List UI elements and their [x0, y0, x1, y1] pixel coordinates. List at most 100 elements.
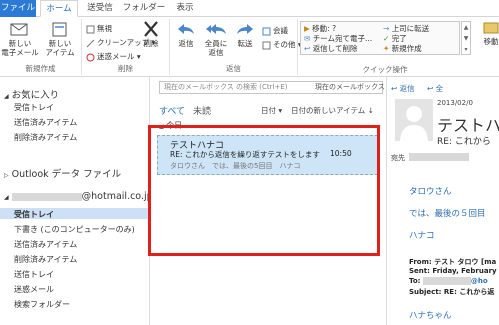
ribbon: 新しい 電子メール 新しい アイテム 新規作成 無視 クリーンアップ ▾ 迷惑メ…	[0, 17, 499, 77]
sort-order-button[interactable]: 日付の新しいアイテム ↓	[291, 105, 374, 116]
fav-deleted-items[interactable]: 削除済みアイテム	[14, 132, 77, 143]
favorites-header[interactable]: ◢ お気に入り	[4, 87, 59, 101]
tab-send-receive[interactable]: 送受信	[82, 0, 118, 17]
tab-file[interactable]: ファイル	[0, 0, 36, 17]
quickstep-move-label: 移動: ?	[312, 24, 337, 33]
reply-delete-icon: ↩	[304, 44, 311, 53]
move-button[interactable]: 移動	[476, 19, 499, 46]
header-to-redacted	[422, 277, 471, 285]
outlook-data-file-label: Outlook データ ファイル	[11, 169, 122, 180]
delete-x-icon	[144, 21, 158, 37]
collapse-triangle-icon: ◢	[4, 93, 9, 100]
account-label: @hotmail.co.jp	[81, 191, 153, 202]
filter-unread[interactable]: 未読	[193, 104, 211, 117]
reading-subject: RE: これから	[437, 137, 491, 147]
folder-drafts[interactable]: 下書き (このコンピューターのみ)	[14, 224, 135, 235]
move-folder-icon	[483, 22, 499, 34]
quickstep-reply-delete[interactable]: ↩ 返信して削除	[304, 43, 357, 54]
junk-label: 迷惑メール	[97, 52, 135, 61]
header-to-label: To:	[409, 277, 421, 285]
tab-folder[interactable]: フォルダー	[122, 0, 166, 17]
reply-all-label: 全員に 返信	[204, 39, 228, 57]
quick-steps-gallery: ▶ 移動: ? ✉ チーム宛て電子... ↩ 返信して削除 → 上司に転送 ✓ …	[300, 21, 460, 55]
new-quickstep-icon: ✦	[383, 44, 390, 53]
reply-all-button[interactable]: 全員に 返信	[200, 21, 232, 57]
ignore-label: 無視	[97, 24, 112, 33]
favorites-label: お気に入り	[11, 90, 60, 101]
quickstep-team-label: チーム宛て電子...	[312, 34, 373, 43]
quickstep-reply-delete-label: 返信して削除	[312, 44, 358, 53]
delete-button[interactable]: 削除	[134, 21, 168, 48]
body-line-2: では、最後の５回目	[409, 209, 486, 219]
message-date: 2013/02/0	[437, 99, 473, 107]
quickstep-new[interactable]: ✦ 新規作成	[383, 43, 422, 54]
tab-view[interactable]: 表示	[170, 0, 200, 17]
search-placeholder: 現在のメールボックス の検索 (Ctrl+E)	[164, 83, 288, 91]
more-respond-button[interactable]: その他 ▾	[262, 39, 302, 51]
account-header[interactable]: ◢ @hotmail.co.jp	[4, 191, 153, 202]
group-respond-label: 返信	[226, 64, 241, 73]
reading-sender: テストハ	[437, 116, 499, 135]
reply-label: 返信	[178, 39, 194, 48]
reply-all-link[interactable]: ↩ 全	[427, 83, 443, 94]
fav-inbox[interactable]: 受信トレイ	[14, 102, 54, 113]
folder-junk[interactable]: 迷惑メール	[14, 284, 54, 295]
group-new-label: 新規作成	[25, 64, 56, 73]
body-line-1: タロウさん	[409, 187, 452, 197]
account-name-redacted	[11, 192, 82, 201]
new-items-icon	[52, 22, 67, 37]
header-sent: Sent: Friday, February (	[409, 267, 499, 275]
more-label: その他	[273, 40, 296, 49]
filter-all[interactable]: すべて	[159, 104, 185, 117]
sort-arrow-icon: ↓	[367, 106, 374, 115]
ignore-icon	[86, 25, 95, 33]
folder-deleted-items[interactable]: 削除済みアイテム	[14, 254, 77, 265]
tab-home[interactable]: ホーム	[40, 0, 78, 17]
folder-outbox[interactable]: 送信トレイ	[14, 269, 54, 280]
folder-pane: ◢ お気に入り 受信トレイ 送信済みアイテム 削除済みアイテム ▷ Outloo…	[0, 77, 153, 325]
body-line-3: ハナコ	[409, 231, 435, 241]
collapse-triangle-icon: ◢	[4, 194, 9, 201]
forward-button[interactable]: 転送	[230, 21, 260, 48]
header-to-domain: @ho	[470, 277, 488, 285]
quickstep-to-manager-label: 上司に転送	[391, 24, 430, 33]
expand-triangle-icon: ▷	[4, 172, 9, 179]
meeting-button[interactable]: 会議	[262, 25, 288, 37]
forward-label: 転送	[237, 39, 253, 48]
reply-button[interactable]: 返信	[170, 21, 202, 48]
to-recipient-redacted	[409, 152, 469, 162]
outlook-data-file-header[interactable]: ▷ Outlook データ ファイル	[4, 166, 121, 180]
person-silhouette-icon	[400, 106, 428, 141]
junk-button[interactable]: 迷惑メール ▾	[86, 51, 141, 63]
sort-by-label: 日付	[261, 106, 276, 115]
red-highlight-box	[148, 125, 380, 256]
forward-icon	[237, 24, 253, 34]
new-email-label: 新しい 電子メール	[1, 39, 39, 57]
junk-icon	[86, 53, 95, 61]
reply-icon	[178, 24, 194, 34]
ignore-button[interactable]: 無視	[86, 23, 112, 35]
folder-inbox[interactable]: 受信トレイ	[14, 209, 54, 220]
quick-steps-scroll[interactable]: ▲ ▼ ▾	[461, 21, 471, 55]
header-to: To: @ho	[409, 277, 488, 285]
quickstep-new-label: 新規作成	[391, 44, 422, 53]
fav-sent-items[interactable]: 送信済みアイテム	[14, 117, 77, 128]
calendar-icon	[262, 27, 271, 35]
sort-order-label: 日付の新しいアイテム	[291, 106, 366, 115]
reply-all-icon	[206, 24, 226, 34]
new-email-button[interactable]: 新しい 電子メール	[0, 21, 40, 57]
group-delete: 無視 クリーンアップ ▾ 迷惑メール ▾ 削除 削除	[82, 19, 170, 75]
reply-link[interactable]: ↩ 返信	[391, 83, 415, 94]
search-scope-dropdown[interactable]: 現在のメールボックス ▾	[315, 82, 391, 92]
search-scope-label: 現在のメールボックス	[315, 83, 385, 91]
body-line-4: ハナちゃん	[409, 311, 452, 321]
ribbon-tab-bar: ファイル ホーム 送受信 フォルダー 表示	[0, 0, 499, 17]
meeting-label: 会議	[273, 26, 288, 35]
sort-by-dropdown[interactable]: 日付 ▾	[261, 105, 282, 116]
folder-sent-items[interactable]: 送信済みアイテム	[14, 239, 77, 250]
new-items-button[interactable]: 新しい アイテム	[40, 21, 80, 57]
avatar	[395, 99, 433, 141]
folder-search-folders[interactable]: 検索フォルダー	[14, 299, 70, 310]
move-to-icon: ▶	[304, 24, 310, 33]
new-email-icon	[10, 23, 28, 36]
